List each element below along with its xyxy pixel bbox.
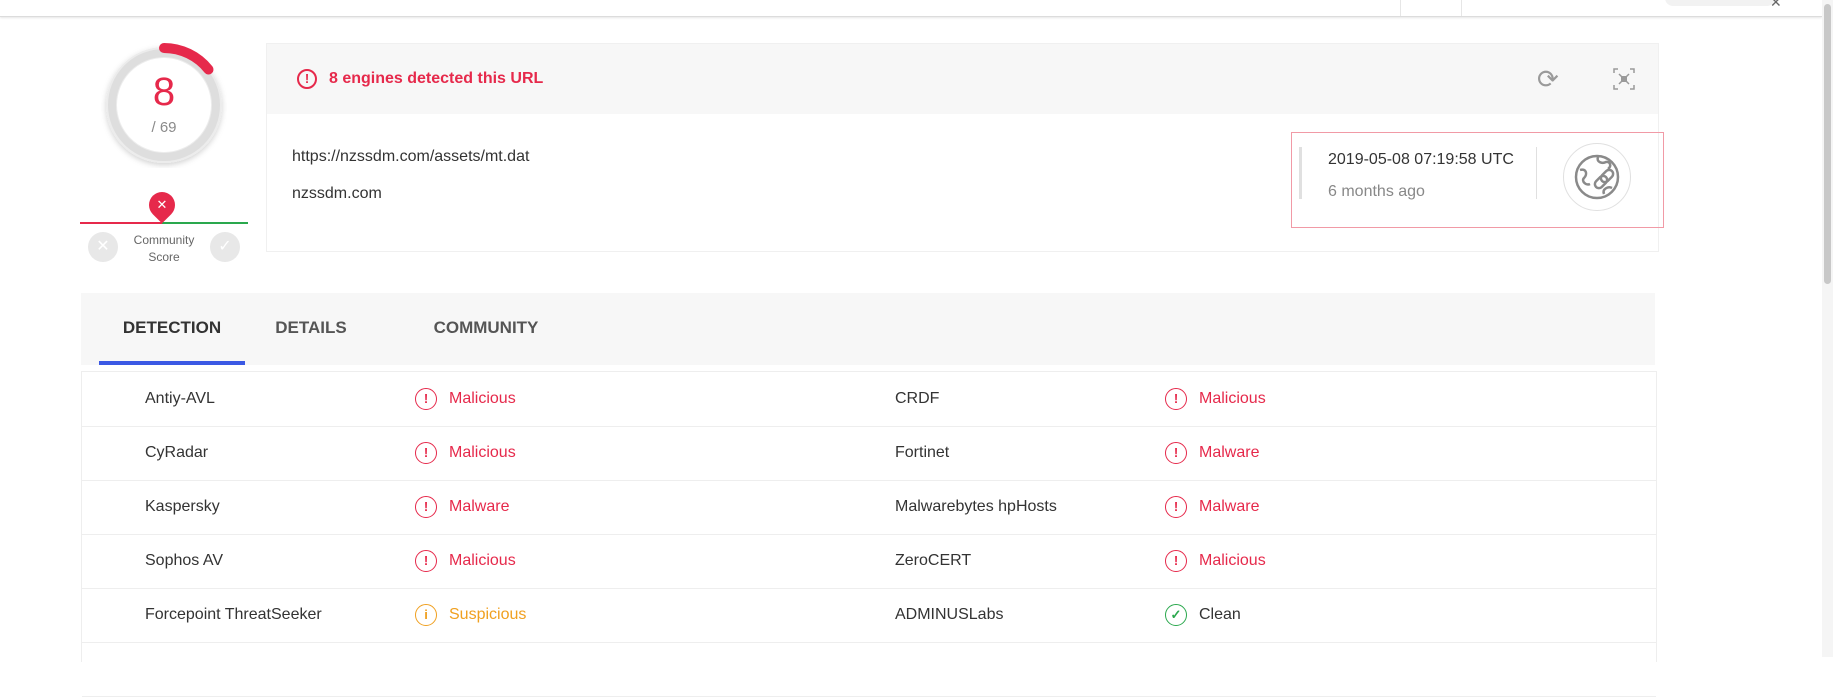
graph-view-icon[interactable] [1613,68,1635,90]
detection-alert: 8 engines detected this URL [329,70,544,87]
malicious-icon: ! [1165,388,1187,410]
detection-result: Malicious [449,444,516,461]
toolbar-divider [1400,0,1401,16]
analysis-relative-time: 6 months ago [1328,183,1425,200]
engine-name: Antiy-AVL [145,390,215,407]
detected-count: 8 [152,70,176,114]
detection-result: Malicious [449,552,516,569]
reanalyze-icon[interactable]: ⟳ [1537,66,1559,92]
community-score-label: Community Score [133,233,195,264]
card-header: ! 8 engines detected this URL ⟳ [267,44,1658,114]
engine-name: CRDF [895,390,940,407]
top-bar: ✕ [0,0,1822,17]
table-row: Sophos AV! Malicious ZeroCERT! Malicious [82,534,1656,589]
divider [1536,147,1537,199]
malicious-icon: ! [1165,496,1187,518]
malicious-icon: ! [415,550,437,572]
toolbar-divider [1461,0,1462,16]
scrollbar-thumb[interactable] [1824,4,1831,284]
close-icon[interactable]: ✕ [1770,0,1782,11]
scrollbar[interactable] [1822,0,1833,657]
analysis-date-box: 2019-05-08 07:19:58 UTC 6 months ago [1291,132,1664,228]
clean-icon: ✓ [1165,604,1187,626]
table-row: CyRadar! Malicious Fortinet! Malware [82,426,1656,481]
detection-table: Antiy-AVL! Malicious CRDF! Malicious CyRadar… [81,371,1657,697]
malicious-icon: ! [415,496,437,518]
suspicious-icon: i [415,604,437,626]
malicious-icon: ! [415,388,437,410]
engine-name: Fortinet [895,444,950,461]
detection-result: Suspicious [449,606,527,623]
detection-result: Malicious [449,390,516,407]
detection-result: Malware [449,498,510,515]
vote-harmless-button[interactable]: ✓ [210,232,240,262]
divider [1299,147,1302,199]
tab-detection[interactable]: DETECTION [99,293,245,365]
alert-icon: ! [297,69,317,89]
table-row: Antiy-AVL! Malicious CRDF! Malicious [82,372,1656,427]
table-row: Forcepoint ThreatSeeker i Suspicious ADMINU… [82,588,1656,643]
tab-details[interactable]: DETAILS [261,293,361,365]
search-input[interactable] [1665,0,1775,6]
table-row [82,642,1656,697]
engine-name: Malwarebytes hpHosts [895,498,1057,515]
engine-name: Kaspersky [145,498,220,515]
detection-result: Malware [1199,498,1260,515]
detection-result: Clean [1199,606,1241,623]
community-score: ✕ ✕ Community Score ✓ [80,186,248,270]
analysis-date: 2019-05-08 07:19:58 UTC [1328,151,1514,168]
malicious-icon: ! [1165,442,1187,464]
engine-name: Forcepoint ThreatSeeker [145,606,322,623]
report-tabs: DETECTION DETAILS COMMUNITY [81,293,1655,365]
active-tab-indicator [99,361,245,365]
engine-name: CyRadar [145,444,209,461]
detection-result: Malicious [1199,552,1266,569]
total-engines: / 69 [151,119,177,136]
detection-result: Malicious [1199,390,1266,407]
url-domain[interactable]: nzssdm.com [292,185,382,203]
engine-name: Sophos AV [145,552,223,569]
malicious-icon: ! [1165,550,1187,572]
tab-community[interactable]: COMMUNITY [411,293,561,365]
url-globe-icon [1563,143,1631,211]
engine-name: ZeroCERT [895,552,972,569]
malicious-icon: ! [415,442,437,464]
community-bar-positive [162,222,248,224]
detection-score-ring: 8 / 69 [101,42,227,168]
scanned-url[interactable]: https://nzssdm.com/assets/mt.dat [292,148,529,166]
engine-name: ADMINUSLabs [895,606,1004,623]
community-bar-negative [80,222,162,224]
x-icon: ✕ [156,197,168,212]
table-row: Kaspersky! Malware Malwarebytes hpHosts! Ma… [82,480,1656,535]
vote-harmful-button[interactable]: ✕ [88,232,118,262]
detection-result: Malware [1199,444,1260,461]
